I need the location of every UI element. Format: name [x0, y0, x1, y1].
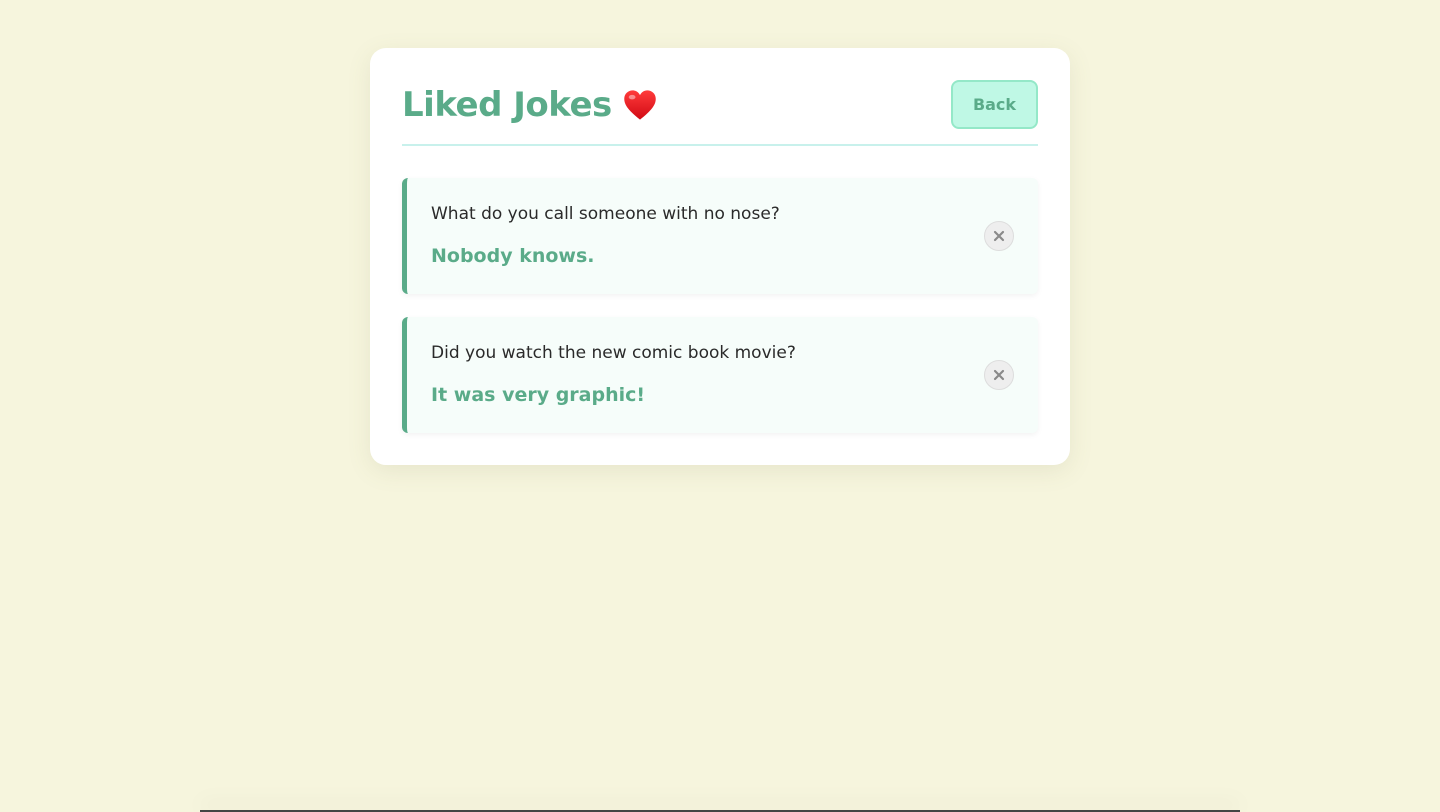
- remove-joke-button[interactable]: [984, 360, 1014, 390]
- close-icon: [993, 230, 1005, 242]
- remove-joke-button[interactable]: [984, 221, 1014, 251]
- page-title: Liked Jokes: [402, 80, 658, 130]
- card-header: Liked Jokes Back: [402, 80, 1038, 146]
- liked-jokes-card: Liked Jokes Back What do you call someon…: [370, 48, 1070, 465]
- joke-setup: Did you watch the new comic book movie?: [431, 343, 796, 363]
- list-item: What do you call someone with no nose? N…: [402, 178, 1038, 294]
- close-icon: [993, 369, 1005, 381]
- list-item: Did you watch the new comic book movie? …: [402, 317, 1038, 433]
- joke-punchline: It was very graphic!: [431, 384, 646, 406]
- page-title-text: Liked Jokes: [402, 85, 612, 125]
- joke-punchline: Nobody knows.: [431, 245, 595, 267]
- jokes-list: What do you call someone with no nose? N…: [402, 178, 1038, 433]
- back-button[interactable]: Back: [951, 80, 1038, 129]
- joke-setup: What do you call someone with no nose?: [431, 204, 780, 224]
- heart-icon: [622, 87, 658, 123]
